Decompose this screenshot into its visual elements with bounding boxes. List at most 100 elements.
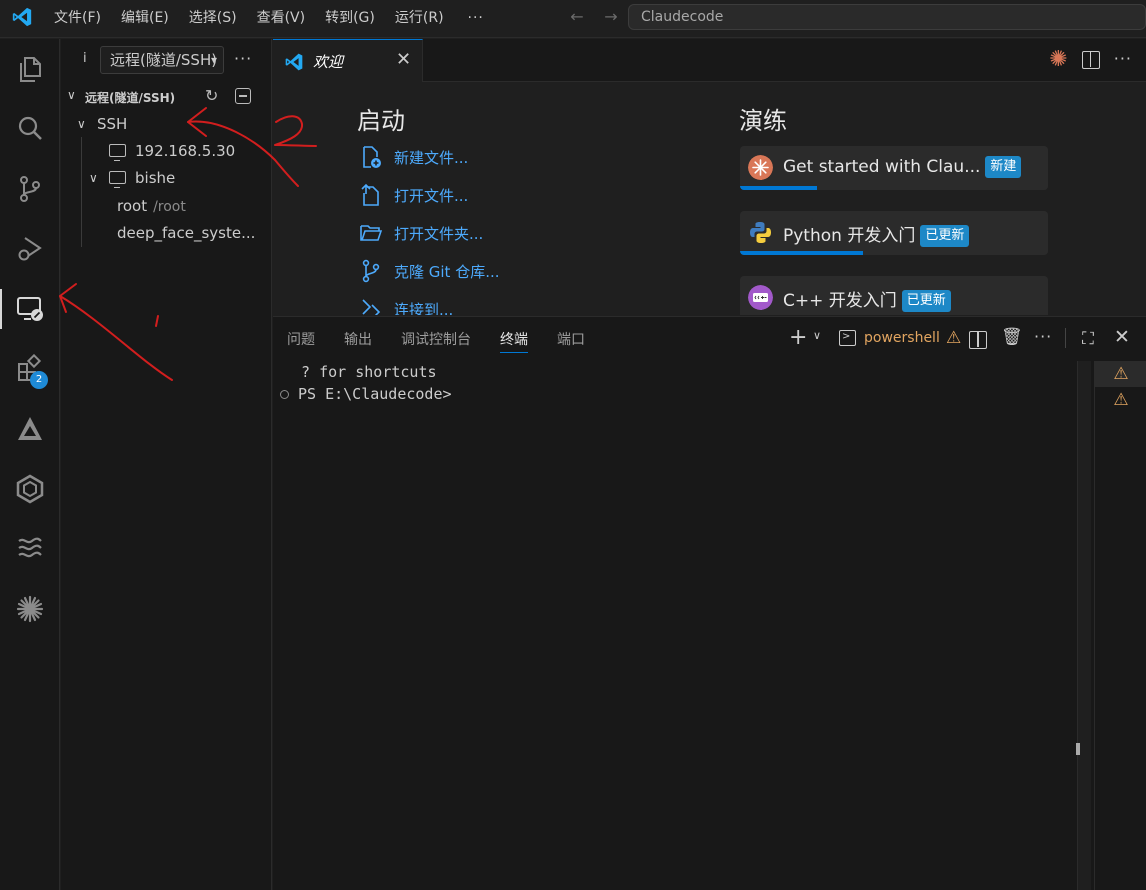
walkthrough-progress: [740, 251, 864, 255]
tab-problems[interactable]: 问题: [287, 329, 315, 353]
scrollbar-thumb[interactable]: [1076, 743, 1080, 755]
close-panel-icon[interactable]: ✕: [1114, 326, 1130, 348]
remote-explorer-icon[interactable]: [0, 281, 60, 337]
tree-host-item[interactable]: ∨ bishe: [61, 165, 272, 192]
tab-ports[interactable]: 端口: [557, 329, 585, 353]
tree-folder-item[interactable]: root/root: [61, 193, 272, 220]
tab-terminal[interactable]: 终端: [500, 329, 528, 353]
remote-connect-icon: [362, 299, 381, 315]
tab-output[interactable]: 输出: [344, 329, 372, 353]
extension-a-icon[interactable]: [0, 401, 60, 457]
divider: [1065, 328, 1066, 348]
walkthrough-heading: 演练: [739, 107, 787, 135]
tab-welcome[interactable]: 欢迎 ✕: [273, 39, 423, 82]
menu-go[interactable]: 转到(G): [315, 0, 385, 38]
title-bar: 文件(F) 编辑(E) 选择(S) 查看(V) 转到(G) 运行(R) ··· …: [0, 0, 1146, 38]
command-decoration-icon: [280, 390, 289, 399]
link-label: 克隆 Git 仓库...: [394, 262, 500, 281]
new-terminal-icon[interactable]: +: [789, 326, 807, 350]
trash-icon[interactable]: 🗑: [1001, 327, 1023, 347]
walkthrough-card-cpp[interactable]: C++ 开发入门 已更新: [740, 276, 1048, 315]
link-label: 打开文件夹...: [394, 224, 484, 243]
menu-more-button[interactable]: ···: [454, 0, 498, 38]
monitor-icon: [109, 144, 126, 161]
menu-run[interactable]: 运行(R): [385, 0, 454, 38]
terminal-list-item[interactable]: ⚠: [1095, 361, 1146, 387]
refresh-icon[interactable]: ↻: [205, 86, 218, 105]
walkthrough-card-claude[interactable]: Get started with Clau... 新建: [740, 146, 1048, 190]
remote-explorer-sidebar: i 远程(隧道/SSH) ▾ ··· ∨ 远程(隧道/SSH) ↻ ∨ SSH …: [61, 39, 272, 890]
remote-type-select[interactable]: 远程(隧道/SSH) ▾: [100, 46, 224, 74]
editor-more-button[interactable]: ···: [1114, 49, 1132, 71]
open-file-icon: [361, 183, 379, 206]
panel-more-button[interactable]: ···: [1034, 327, 1052, 346]
forward-arrow-icon[interactable]: →: [600, 6, 622, 28]
clone-git-link[interactable]: 克隆 Git 仓库...: [359, 257, 500, 285]
remote-type-select-value: 远程(隧道/SSH): [110, 51, 218, 69]
tree-group-ssh[interactable]: ∨ SSH: [61, 111, 272, 138]
menu-selection[interactable]: 选择(S): [179, 0, 247, 38]
extension-wave-icon[interactable]: [0, 521, 60, 577]
split-editor-icon[interactable]: [1081, 51, 1100, 69]
source-control-icon[interactable]: [0, 161, 60, 217]
terminal-output[interactable]: ? for shortcuts PS E:\Claudecode>: [280, 361, 452, 405]
warning-icon[interactable]: ⚠: [946, 328, 961, 348]
new-file-link[interactable]: 新建文件...: [359, 143, 468, 171]
link-label: 打开文件...: [394, 186, 469, 205]
python-logo-icon: [750, 222, 771, 243]
extension-hex-icon[interactable]: [0, 461, 60, 517]
chevron-down-icon: ∨: [77, 117, 86, 131]
chevron-down-icon[interactable]: ∨: [813, 329, 821, 342]
monitor-icon: [109, 171, 126, 188]
tab-debug-console[interactable]: 调试控制台: [401, 329, 471, 353]
terminal-scrollbar[interactable]: [1077, 361, 1091, 890]
vscode-logo-icon: [285, 53, 303, 71]
terminal-line: ? for shortcuts: [283, 363, 437, 381]
tree-label: SSH: [97, 115, 128, 133]
extensions-icon[interactable]: 2: [0, 341, 60, 397]
cpp-logo-icon: [748, 285, 773, 310]
tree-folder-item[interactable]: deep_face_syste...: [61, 220, 272, 247]
tree-label: 192.168.5.30: [135, 142, 236, 160]
menu-file[interactable]: 文件(F): [44, 0, 111, 38]
link-label: 连接到...: [394, 300, 454, 316]
explorer-icon[interactable]: [0, 41, 60, 97]
chevron-down-icon: ▾: [210, 53, 217, 67]
tree-label: deep_face_syste...: [117, 224, 256, 242]
walkthrough-title: Python 开发入门 已更新: [783, 221, 970, 247]
tree-host-item[interactable]: 192.168.5.30: [61, 138, 272, 165]
connect-to-link[interactable]: 连接到...: [359, 295, 453, 315]
close-icon[interactable]: ✕: [396, 49, 411, 70]
info-icon[interactable]: i: [83, 51, 87, 66]
chevron-down-icon: ∨: [67, 88, 76, 102]
sidebar-header: i 远程(隧道/SSH) ▾ ···: [61, 39, 272, 83]
command-center-search[interactable]: Claudecode: [628, 4, 1146, 30]
terminal-name[interactable]: powershell: [864, 330, 940, 346]
updated-badge: 已更新: [920, 225, 970, 247]
new-file-icon: [363, 146, 381, 168]
search-icon[interactable]: [0, 101, 60, 157]
navigation-arrows: ← →: [566, 6, 622, 28]
back-arrow-icon[interactable]: ←: [566, 6, 588, 28]
split-terminal-icon[interactable]: [969, 331, 987, 349]
open-folder-icon: [360, 225, 383, 241]
menu-view[interactable]: 查看(V): [247, 0, 316, 38]
maximize-panel-icon[interactable]: ⛶: [1082, 329, 1094, 349]
run-debug-icon[interactable]: [0, 221, 60, 277]
open-folder-link[interactable]: 打开文件夹...: [359, 219, 483, 247]
menu-edit[interactable]: 编辑(E): [111, 0, 179, 38]
extensions-badge: 2: [30, 371, 48, 389]
walkthrough-progress: [740, 186, 817, 190]
bottom-panel: 问题 输出 调试控制台 终端 端口 + ∨ > powershell ⚠ 🗑 ·…: [273, 316, 1146, 890]
sidebar-more-button[interactable]: ···: [234, 49, 252, 68]
section-header[interactable]: ∨ 远程(隧道/SSH) ↻: [61, 85, 272, 109]
collapse-all-icon[interactable]: [235, 88, 251, 104]
terminal-list-item[interactable]: ⚠: [1095, 387, 1146, 413]
welcome-page: 启动 新建文件... 打开文件... 打开文件夹... 克隆 Git 仓库...…: [273, 83, 1146, 315]
tree-label: bishe: [135, 169, 176, 187]
walkthrough-card-python[interactable]: Python 开发入门 已更新: [740, 211, 1048, 255]
activity-bar: 2: [0, 39, 60, 890]
claude-icon[interactable]: [0, 581, 60, 637]
claude-burst-icon[interactable]: ✺: [1049, 49, 1067, 71]
open-file-link[interactable]: 打开文件...: [359, 181, 468, 209]
